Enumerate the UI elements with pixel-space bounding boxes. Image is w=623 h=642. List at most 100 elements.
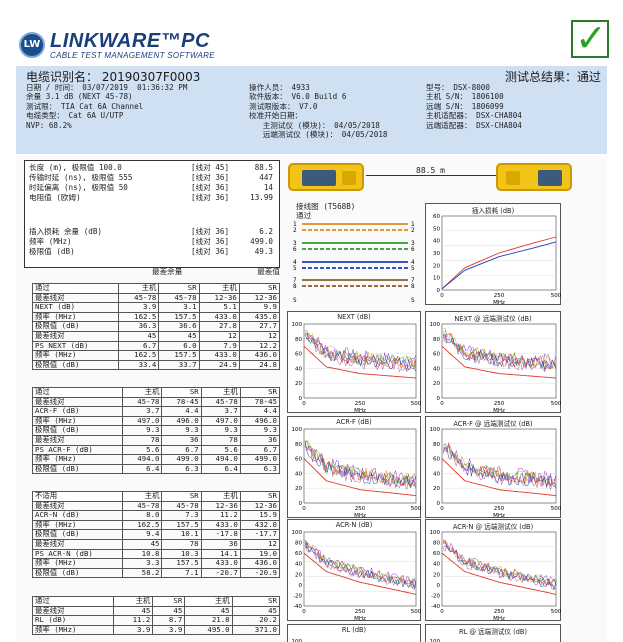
table-row: ACR-N (dB) 8.0 7.3 11.2 15.9	[31, 510, 281, 521]
table-cell: ACR-N (dB)	[31, 510, 124, 521]
header-mid-line: 主测试仪 (模块)： 04/05/2018	[249, 120, 380, 130]
x-tick-label: 500	[551, 506, 562, 512]
y-tick-label: 80	[295, 541, 302, 547]
table-cell: NEXT (dB)	[31, 302, 120, 313]
y-tick-label: 20	[433, 486, 440, 492]
table-cell: -20.9	[239, 567, 281, 579]
chart-plot: 100	[292, 639, 303, 642]
worst-margin-label: 最差余量	[152, 267, 183, 276]
y-tick-label: 0	[437, 583, 441, 589]
wire-pin-right: 2	[411, 227, 415, 234]
chart-plot: 60504030201000 250 500MHz	[433, 214, 562, 306]
header-right-line: 主机适配器： DSX-CHA804	[426, 111, 522, 121]
table-cell: 6.4	[122, 463, 163, 475]
table-row: 最差线对 45 45 12 12	[31, 330, 281, 342]
summary-r: 6.2	[259, 227, 273, 236]
table-header-cell: 不适用	[31, 491, 124, 502]
table-cell: 8.7	[152, 615, 186, 626]
y-tick-label: 100	[292, 427, 303, 433]
summary-l: 长度 (m), 极限值 100.0	[29, 163, 122, 172]
chart-panel: ACR-N (dB) 100 80 60 40 20 0 -20 -40 0 250 500 MHz	[287, 519, 422, 622]
x-tick-label: 500	[411, 609, 422, 615]
table-row: 极限值 (dB) 6.4 6.3 6.4 6.3	[31, 463, 281, 475]
table-cell: 24.9	[198, 359, 240, 371]
y-tick-label: 40	[433, 239, 440, 245]
table-cell: 3.7	[200, 406, 241, 417]
header-mid-line: 测试限版本： V7.0	[249, 101, 318, 111]
summary-l: 时延偏离 (ns), 极限值 50	[29, 183, 128, 192]
table-cell: 9.9	[238, 302, 281, 313]
wiremap-status: 通过	[296, 211, 312, 220]
y-tick-label: 100	[430, 427, 441, 433]
chart-panel: NEXT @ 远端测试仪 (dB) 100 80 60 40 20 0 0 250 500 MHz	[425, 311, 562, 414]
plot-frame	[441, 428, 557, 504]
table-cell: 499.0	[161, 454, 202, 465]
header-left-line: 电缆类型： Cat 6A U/UTP	[26, 111, 124, 121]
table-cell: 3.9	[118, 302, 160, 313]
header-right-line: 远端 S/N： 1806099	[426, 101, 504, 111]
table-cell: 495.0	[184, 624, 233, 636]
y-tick-label: -20	[431, 593, 440, 599]
table-cell: 78	[161, 538, 202, 550]
x-tick-label: 250	[355, 401, 366, 407]
chart-panel: ACR-N @ 远端测试仪 (dB) 100 80 60 40 20 0 -20 -40 0 250…	[425, 519, 562, 622]
y-tick-label: 80	[295, 442, 302, 448]
wire-pin-left: 6	[293, 246, 297, 253]
table-cell: 3.1	[158, 302, 200, 313]
summary-m: [线对 36]	[191, 173, 230, 182]
table-cell: 499.0	[239, 454, 281, 465]
table-row: 频率 (MHz) 3.9 3.9 495.0 371.0	[32, 624, 281, 636]
table-cell: RL (dB)	[32, 615, 114, 626]
table-header-cell: 主机	[198, 283, 240, 294]
table-row: NEXT (dB) 3.9 3.1 5.1 9.9	[31, 302, 281, 313]
wire-shield-left: S	[293, 297, 297, 304]
wire-map: 接线图 (T568B) 通过 1122336644557788SS	[290, 202, 420, 312]
table-cell: 最差线对	[31, 434, 124, 446]
table-cell: 45	[122, 538, 163, 550]
table-cell: 36	[239, 434, 281, 446]
chart-panel: RL @ 远端测试仪 (dB) 100	[425, 624, 561, 642]
table-cell: 频率 (MHz)	[31, 350, 120, 361]
table-cell: 11.2	[200, 510, 241, 521]
summary-l: 电阻值 (欧姆)	[29, 193, 81, 202]
table-header-cell: 主机	[200, 491, 241, 502]
table-header-cell: SR	[158, 283, 200, 294]
y-tick-label: 20	[433, 572, 440, 578]
margin-header: 最差余量 最差值	[24, 267, 280, 278]
table-cell: 8.0	[122, 510, 163, 521]
remote-unit-icon	[496, 163, 572, 191]
y-tick-label: 60	[433, 352, 440, 358]
wire-pin-left: 2	[293, 227, 297, 234]
table-header-cell: 通过	[31, 283, 120, 294]
summary-box: 长度 (m), 极限值 100.0 [线对 45] 88.5 传输时延 (ns), 极…	[24, 160, 280, 268]
y-tick-label: 100	[430, 322, 441, 328]
header-mid-line: 远端测试仪 (模块)： 04/05/2018	[249, 130, 388, 140]
chart-panel: RL (dB) 100	[287, 624, 421, 642]
y-tick-label: 40	[295, 471, 302, 477]
table-cell: 3.7	[122, 406, 163, 417]
y-tick-label: 20	[295, 572, 302, 578]
summary-l: 传输时延 (ns), 极限值 555	[29, 173, 133, 182]
chart-panel: 插入损耗 (dB) 60 50 40 30 20 10 0 0 250 500 MHz	[425, 203, 562, 306]
table-cell: 12	[239, 538, 281, 550]
results-table: 通过 主机 SR 主机 SR 最差线对 45 45 45 45 RL (dB) 11.2 8.7 21.8…	[32, 596, 281, 636]
y-tick-label: 60	[433, 457, 440, 463]
y-tick-label: 60	[295, 457, 302, 463]
table-header-cell: 主机	[112, 596, 154, 607]
chart-plot: 1008060402000 250 500MHz	[430, 427, 562, 519]
table-cell: 6.3	[239, 463, 281, 475]
table-row: 频率 (MHz) 162.5 157.5 433.0 436.0	[31, 350, 281, 361]
wire-shield-right: S	[411, 297, 415, 304]
header-right-line: 远端适配器： DSX-CHA804	[426, 120, 522, 130]
main-unit-icon	[288, 163, 364, 191]
table-header-row: 通过 主机 SR 主机 SR	[31, 387, 281, 398]
chart-plot: 1008060402000 250 500MHz	[292, 322, 422, 414]
header-mid-info: 操作人员： 4933 软件版本： V6.0 Build 6 测试限版本： V7.0 校…	[249, 83, 387, 139]
table-cell: 36	[161, 434, 202, 446]
table-cell: 7.3	[161, 510, 202, 521]
table-row: 频率 (MHz) 494.0 499.0 494.0 499.0	[31, 454, 281, 465]
summary-m: [线对 36]	[191, 193, 230, 202]
header-left-line: NVP: 68.2%	[26, 120, 72, 130]
summary-r: 13.99	[250, 193, 273, 202]
chart-panel: NEXT (dB) 100 80 60 40 20 0 0 250 500 MHz	[287, 311, 422, 414]
